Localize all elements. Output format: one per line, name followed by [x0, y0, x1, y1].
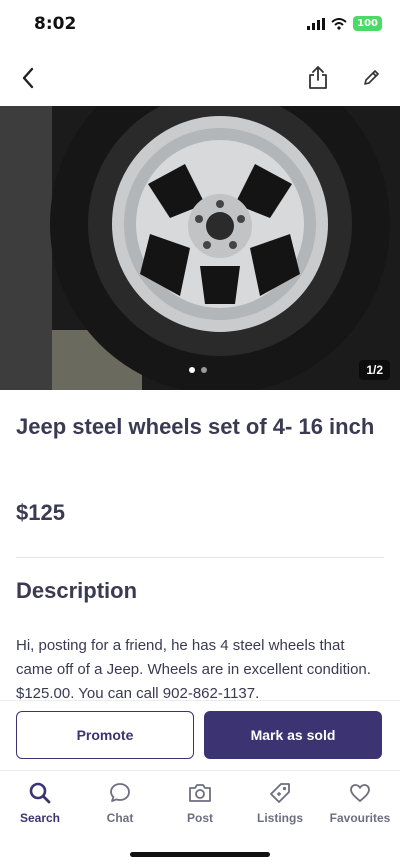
status-bar: 8:02 100 — [0, 0, 400, 50]
camera-icon — [189, 784, 211, 802]
status-icons: 100 — [307, 16, 382, 31]
promote-button[interactable]: Promote — [16, 711, 194, 759]
tab-post[interactable]: Post — [160, 781, 240, 825]
status-time: 8:02 — [34, 14, 77, 34]
listing-price: $125 — [16, 500, 65, 525]
battery-icon: 100 — [353, 16, 382, 31]
carousel-dot[interactable] — [201, 367, 207, 373]
heart-icon — [350, 784, 370, 802]
image-counter: 1/2 — [359, 360, 390, 380]
share-button[interactable] — [302, 62, 334, 94]
tag-icon — [270, 783, 290, 803]
tab-label: Post — [186, 811, 213, 825]
listing-image-carousel[interactable]: 1/2 — [0, 106, 400, 390]
tab-label: Chat — [106, 811, 134, 825]
chat-icon — [110, 783, 130, 802]
back-button[interactable] — [12, 62, 44, 94]
carousel-dot[interactable] — [189, 367, 195, 373]
tab-favourites[interactable]: Favourites — [320, 781, 400, 825]
tab-listings[interactable]: Listings — [240, 781, 320, 825]
nav-bar — [0, 52, 400, 104]
pencil-icon — [364, 70, 379, 85]
tab-label: Search — [19, 811, 61, 825]
signal-icon — [307, 17, 326, 30]
wheel-photo — [50, 106, 390, 390]
share-icon — [309, 66, 327, 89]
listing-title: Jeep steel wheels set of 4- 16 inch — [16, 414, 375, 439]
chevron-left-icon — [22, 67, 34, 89]
tab-chat[interactable]: Chat — [80, 781, 160, 825]
wifi-icon — [331, 17, 347, 30]
carousel-dots[interactable] — [189, 367, 207, 373]
tab-label: Favourites — [329, 811, 391, 825]
edit-button[interactable] — [355, 62, 387, 94]
divider — [16, 557, 384, 558]
description-heading: Description — [16, 578, 138, 603]
home-indicator — [130, 852, 270, 857]
mark-as-sold-button[interactable]: Mark as sold — [204, 711, 382, 759]
description-text: Hi, posting for a friend, he has 4 steel… — [16, 637, 371, 702]
tab-search[interactable]: Search — [0, 781, 80, 825]
search-icon — [29, 782, 51, 804]
action-bar: Promote Mark as sold — [0, 700, 400, 771]
tab-label: Listings — [256, 811, 303, 825]
